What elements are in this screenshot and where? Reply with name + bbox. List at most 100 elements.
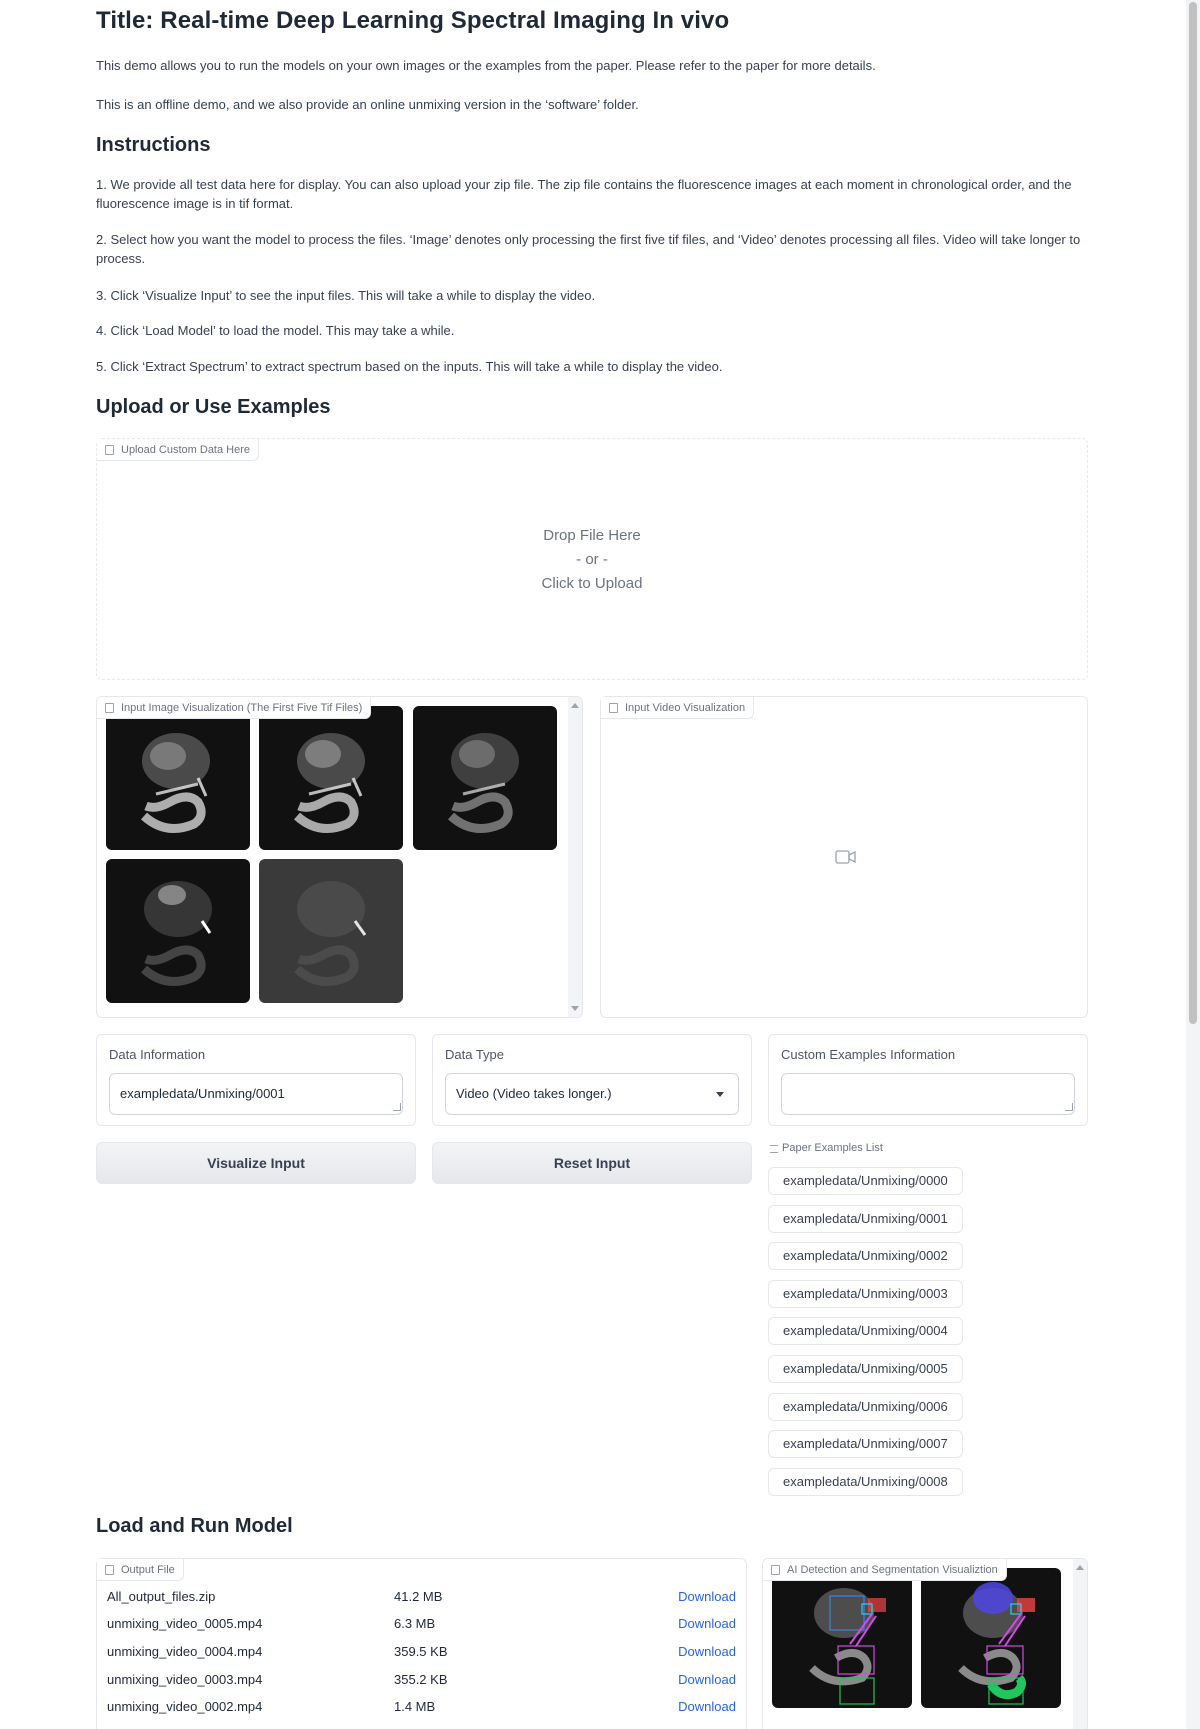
file-icon (105, 445, 114, 455)
click-upload-text: Click to Upload (541, 575, 643, 592)
gallery-label: Input Image Visualization (The First Fiv… (97, 697, 372, 719)
download-link[interactable]: Download (678, 1667, 736, 1693)
scroll-up-icon[interactable] (1076, 1565, 1084, 1570)
file-size: 1.4 MB (394, 1699, 436, 1714)
instruction-step-1: 1. We provide all test data here for dis… (96, 177, 1072, 211)
upload-label: Upload Custom Data Here (97, 439, 260, 461)
fluorescence-image-2 (293, 733, 365, 833)
output-label: Output File (97, 1559, 184, 1581)
file-size: 41.2 MB (394, 1589, 443, 1604)
example-item[interactable]: exampledata/Unmixing/0006 (768, 1393, 963, 1421)
data-information-input[interactable]: exampledata/Unmixing/0001 (109, 1073, 403, 1115)
visualize-input-button[interactable]: Visualize Input (96, 1142, 416, 1184)
scroll-up-icon[interactable] (571, 703, 579, 708)
ai-label-text: AI Detection and Segmentation Visualizti… (787, 1564, 998, 1576)
resize-handle-icon[interactable] (393, 1103, 401, 1111)
instructions-heading: Instructions (96, 134, 211, 156)
gallery-label-text: Input Image Visualization (The First Fiv… (121, 702, 363, 714)
reset-input-button[interactable]: Reset Input (432, 1142, 752, 1184)
ai-detection-gallery: AI Detection and Segmentation Visualizti… (762, 1558, 1088, 1729)
ai-thumbnail-2[interactable] (921, 1568, 1061, 1708)
input-video-player[interactable]: Input Video Visualization (600, 696, 1088, 1018)
gallery-scrollbar[interactable] (568, 697, 582, 1017)
video-placeholder-icon (835, 850, 856, 864)
file-icon (105, 1565, 114, 1575)
video-label-text: Input Video Visualization (625, 702, 746, 714)
data-type-selected-value: Video (Video takes longer.) (456, 1086, 612, 1101)
download-link[interactable]: Download (678, 1584, 736, 1610)
example-item[interactable]: exampledata/Unmixing/0000 (768, 1167, 963, 1195)
download-link[interactable]: Download (678, 1611, 736, 1637)
gallery-thumbnail-3[interactable] (413, 706, 557, 850)
file-size: 359.5 KB (394, 1644, 448, 1659)
gallery-thumbnail-2[interactable] (259, 706, 403, 850)
output-file-row: unmixing_video_0003.mp4 355.2 KB Downloa… (107, 1667, 736, 1693)
file-name: unmixing_video_0004.mp4 (107, 1644, 263, 1659)
resize-handle-icon[interactable] (1065, 1103, 1073, 1111)
data-type-select[interactable]: Video (Video takes longer.) (445, 1073, 739, 1115)
fluorescence-image-1 (140, 733, 210, 833)
example-item[interactable]: exampledata/Unmixing/0001 (768, 1205, 963, 1233)
paper-examples-label-text: Paper Examples List (782, 1142, 883, 1154)
file-name: All_output_files.zip (107, 1589, 216, 1604)
detection-image-2 (958, 1582, 1035, 1705)
ai-thumbnail-1[interactable] (772, 1568, 912, 1708)
intro-text-1: This demo allows you to run the models o… (96, 58, 876, 73)
drop-file-text: Drop File Here (543, 527, 641, 544)
list-icon (770, 1145, 778, 1153)
image-icon (105, 703, 114, 713)
example-item[interactable]: exampledata/Unmixing/0002 (768, 1242, 963, 1270)
instruction-step-2: 2. Select how you want the model to proc… (96, 232, 1081, 266)
gallery-thumbnail-4[interactable] (106, 859, 250, 1003)
gallery-thumbnail-1[interactable] (106, 706, 250, 850)
intro-text-2: This is an offline demo, and we also pro… (96, 97, 639, 112)
gallery-thumbnail-5[interactable] (259, 859, 403, 1003)
output-file-row: All_output_files.zip 41.2 MB Download (107, 1584, 736, 1610)
scroll-down-icon[interactable] (571, 1006, 579, 1011)
ai-label: AI Detection and Segmentation Visualizti… (763, 1559, 1007, 1581)
image-icon (771, 1565, 780, 1575)
data-information-label: Data Information (109, 1047, 206, 1062)
fluorescence-image-4 (140, 881, 212, 986)
chevron-down-icon[interactable] (716, 1092, 724, 1097)
ai-gallery-scrollbar[interactable] (1073, 1559, 1087, 1729)
fluorescence-image-3 (447, 733, 519, 833)
page-scrollbar-thumb[interactable] (1189, 2, 1197, 1024)
output-file-row: unmixing_video_0005.mp4 6.3 MB Download (107, 1611, 736, 1637)
page-title: Title: Real-time Deep Learning Spectral … (96, 7, 730, 34)
output-files-panel: Output File All_output_files.zip 41.2 MB… (96, 1558, 747, 1729)
instruction-step-3: 3. Click ‘Visualize Input’ to see the in… (96, 288, 596, 303)
data-type-box: Data Type Video (Video takes longer.) (432, 1034, 752, 1126)
output-label-text: Output File (121, 1564, 175, 1576)
instruction-step-5: 5. Click ‘Extract Spectrum’ to extract s… (96, 359, 723, 374)
input-image-gallery: Input Image Visualization (The First Fiv… (96, 696, 583, 1018)
paper-examples-label: Paper Examples List (768, 1142, 883, 1154)
data-type-label: Data Type (445, 1047, 505, 1062)
example-item[interactable]: exampledata/Unmixing/0003 (768, 1280, 963, 1308)
fluorescence-image-5 (293, 881, 367, 986)
file-upload-dropzone[interactable]: Upload Custom Data Here Drop File Here -… (96, 438, 1088, 680)
upload-label-text: Upload Custom Data Here (121, 444, 251, 456)
example-item[interactable]: exampledata/Unmixing/0007 (768, 1430, 963, 1458)
file-size: 6.3 MB (394, 1616, 436, 1631)
output-file-row: unmixing_video_0004.mp4 359.5 KB Downloa… (107, 1639, 736, 1665)
example-item[interactable]: exampledata/Unmixing/0008 (768, 1468, 963, 1496)
output-file-row: unmixing_video_0002.mp4 1.4 MB Download (107, 1694, 736, 1720)
example-item[interactable]: exampledata/Unmixing/0004 (768, 1317, 963, 1345)
detection-image-1 (809, 1588, 886, 1705)
file-name: unmixing_video_0003.mp4 (107, 1672, 263, 1687)
upload-heading: Upload or Use Examples (96, 396, 331, 418)
video-camera-icon (609, 703, 618, 713)
custom-examples-input[interactable] (781, 1073, 1075, 1115)
file-name: unmixing_video_0002.mp4 (107, 1699, 263, 1714)
run-model-heading: Load and Run Model (96, 1515, 293, 1537)
download-link[interactable]: Download (678, 1639, 736, 1665)
file-name: unmixing_video_0005.mp4 (107, 1616, 263, 1631)
page-scrollbar[interactable] (1186, 0, 1200, 1729)
file-size: 355.2 KB (394, 1672, 448, 1687)
download-link[interactable]: Download (678, 1694, 736, 1720)
or-text: - or - (576, 551, 608, 568)
data-information-box: Data Information exampledata/Unmixing/00… (96, 1034, 416, 1126)
instruction-step-4: 4. Click ‘Load Model’ to load the model.… (96, 323, 455, 338)
example-item[interactable]: exampledata/Unmixing/0005 (768, 1355, 963, 1383)
